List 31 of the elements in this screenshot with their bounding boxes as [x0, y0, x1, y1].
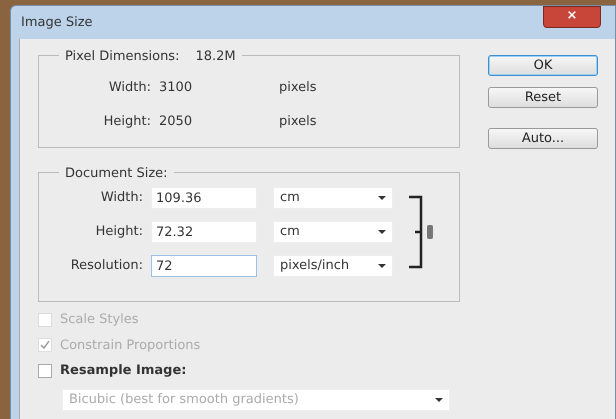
group-label: Pixel Dimensions: — [65, 48, 180, 66]
caret-icon — [435, 398, 443, 402]
unit-dropdown[interactable]: cm — [273, 187, 393, 209]
unit-label: pixels — [279, 79, 318, 97]
input-field[interactable]: 72 — [151, 255, 257, 277]
field-label: Height: — [94, 223, 144, 242]
dialog-button[interactable]: Auto... — [488, 128, 598, 149]
field-label: Width: — [108, 79, 152, 97]
unit-dropdown[interactable]: cm — [273, 221, 393, 243]
checkbox[interactable] — [38, 364, 52, 378]
caret-icon — [378, 196, 386, 200]
close-button[interactable]: × — [543, 6, 601, 28]
checkbox-label: Constrain Proportions — [60, 336, 200, 354]
dialog-button[interactable]: OK — [488, 55, 598, 76]
input-field[interactable]: 72.32 — [151, 221, 257, 243]
field-label: Height: — [102, 112, 152, 130]
caret-icon — [378, 264, 386, 268]
unit-label: pixels — [279, 112, 318, 130]
field-value: 2050 — [159, 112, 194, 130]
caret-icon — [378, 230, 386, 234]
field-value: 3100 — [159, 79, 194, 97]
group-label: Document Size: — [65, 166, 168, 181]
pixel-total: 18.2M — [195, 48, 236, 66]
field-label: Width: — [100, 189, 144, 208]
unit-dropdown[interactable]: pixels/inch — [273, 255, 393, 277]
field-label: Resolution: — [70, 257, 144, 276]
checkbox-label: Scale Styles — [60, 311, 139, 329]
window-title: Image Size — [21, 14, 93, 32]
input-field[interactable]: 109.36 — [151, 187, 257, 209]
dialog-button[interactable]: Reset — [488, 87, 598, 108]
checkbox-label: Resample Image: — [60, 362, 186, 380]
